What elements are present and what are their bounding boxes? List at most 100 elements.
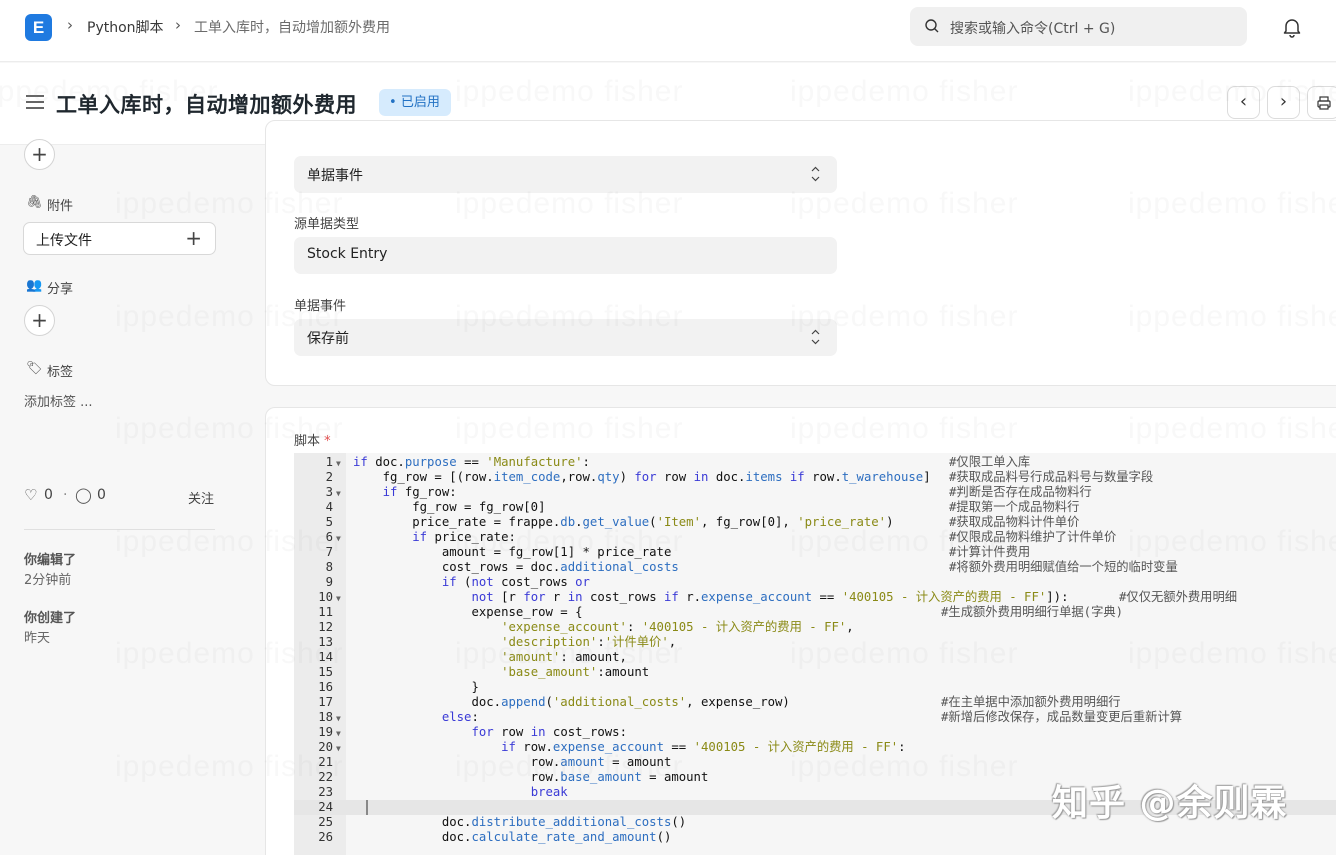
breadcrumb-current[interactable]: 工单入库时，自动增加额外费用 bbox=[194, 17, 390, 37]
fold-arrow-icon[interactable]: ▼ bbox=[336, 711, 341, 726]
heart-icon[interactable]: ♡ bbox=[24, 486, 37, 504]
doc-event-select[interactable]: 保存前 bbox=[294, 319, 837, 356]
menu-icon[interactable] bbox=[26, 95, 44, 109]
fold-arrow-icon[interactable]: ▼ bbox=[336, 591, 341, 606]
code-line[interactable]: 2 fg_row = [(row.item_code,row.qty) for … bbox=[294, 470, 1336, 485]
code-line[interactable]: 6 ▼ if price_rate: #仅限成品物料维护了计件单价 bbox=[294, 530, 1336, 545]
code-comment: #将额外费用明细赋值给一个短的临时变量 bbox=[949, 560, 1178, 574]
line-number: 2 bbox=[325, 470, 333, 484]
print-button[interactable] bbox=[1307, 86, 1336, 119]
plus-icon: + bbox=[185, 226, 202, 250]
line-number: 3 bbox=[325, 485, 333, 499]
code-comment: #生成额外费用明细行单据(字典) bbox=[941, 605, 1124, 619]
tags-label: 标签 bbox=[47, 365, 74, 380]
line-number: 19 bbox=[318, 725, 333, 739]
code-line[interactable]: 4 fg_row = fg_row[0] #提取第一个成品物料行 bbox=[294, 500, 1336, 515]
search-placeholder: 搜索或输入命令(Ctrl + G) bbox=[950, 21, 1116, 37]
code-text: break bbox=[530, 785, 568, 799]
code-text: if doc.purpose == 'Manufacture': bbox=[353, 455, 590, 469]
dot-separator: · bbox=[63, 487, 68, 503]
line-number: 8 bbox=[325, 560, 333, 574]
select-arrows-icon bbox=[811, 329, 820, 345]
code-line[interactable]: 20 ▼ if row.expense_account == '400105 - … bbox=[294, 740, 1336, 755]
code-text: } bbox=[353, 680, 479, 694]
search-input[interactable]: 搜索或输入命令(Ctrl + G) bbox=[910, 7, 1247, 46]
code-line[interactable]: 18 ▼ else: #新增后修改保存，成品数量变更后重新计算 bbox=[294, 710, 1336, 725]
code-line[interactable]: 13 'description':'计件单价', bbox=[294, 635, 1336, 650]
code-line[interactable]: 8 cost_rows = doc.additional_costs #将额外费用… bbox=[294, 560, 1336, 575]
share-label: 分享 bbox=[47, 282, 74, 297]
code-line[interactable]: 11 expense_row = { #生成额外费用明细行单据(字典) bbox=[294, 605, 1336, 620]
line-number: 15 bbox=[318, 665, 333, 679]
line-number: 4 bbox=[325, 500, 333, 514]
code-line[interactable]: 7 amount = fg_row[1] * price_rate #计算计件费用 bbox=[294, 545, 1336, 560]
script-type-value: 单据事件 bbox=[307, 168, 363, 184]
script-label-text: 脚本 bbox=[294, 434, 321, 449]
code-line[interactable]: 16 } bbox=[294, 680, 1336, 695]
app-logo[interactable]: E bbox=[25, 14, 52, 41]
line-number: 11 bbox=[318, 605, 333, 619]
code-line[interactable]: 3 ▼ if fg_row: #判断是否存在成品物料行 bbox=[294, 485, 1336, 500]
upload-label: 上传文件 bbox=[36, 233, 92, 249]
code-comment: #获取成品料号行成品料号与数量字段 bbox=[949, 470, 1154, 484]
chevron-right-icon: › bbox=[67, 16, 73, 34]
line-number: 25 bbox=[318, 815, 333, 829]
reference-doctype-input[interactable]: Stock Entry bbox=[294, 237, 837, 274]
chevron-right-icon: › bbox=[175, 16, 181, 34]
code-text: fg_row = fg_row[0] bbox=[353, 500, 546, 514]
code-text: if (not cost_rows or bbox=[441, 575, 590, 589]
edited-label: 你编辑了 bbox=[24, 553, 77, 568]
code-line[interactable]: 14 'amount': amount, bbox=[294, 650, 1336, 665]
code-line[interactable]: 19 ▼ for row in cost_rows: bbox=[294, 725, 1336, 740]
code-line[interactable]: 5 price_rate = frappe.db.get_value('Item… bbox=[294, 515, 1336, 530]
code-text: for row in cost_rows: bbox=[471, 725, 627, 739]
text-cursor bbox=[366, 800, 368, 815]
code-text: row.base_amount = amount bbox=[353, 770, 709, 784]
code-text: else: bbox=[441, 710, 479, 724]
code-line[interactable]: 17 doc.append('additional_costs', expens… bbox=[294, 695, 1336, 710]
sidebar: + 🖇 附件 上传文件 + 👥 分享 + 🏷 标签 添加标签 ... ♡ 0 ·… bbox=[0, 139, 265, 855]
status-badge: • 已启用 bbox=[379, 89, 451, 116]
follow-button[interactable]: 关注 bbox=[188, 488, 214, 507]
add-tag-link[interactable]: 添加标签 ... bbox=[24, 391, 93, 410]
code-line[interactable]: 15 'base_amount':amount bbox=[294, 665, 1336, 680]
code-line[interactable]: 10 ▼ not [r for r in cost_rows if r.expen… bbox=[294, 590, 1336, 605]
comment-icon[interactable]: ◯ bbox=[75, 486, 92, 504]
code-line[interactable]: 9 if (not cost_rows or bbox=[294, 575, 1336, 590]
add-share-button[interactable]: + bbox=[24, 305, 55, 336]
code-text: doc.calculate_rate_and_amount() bbox=[353, 830, 672, 844]
fold-arrow-icon[interactable]: ▼ bbox=[336, 726, 341, 741]
code-comment: #仅限成品物料维护了计件单价 bbox=[949, 530, 1117, 544]
fold-arrow-icon[interactable]: ▼ bbox=[336, 741, 341, 756]
line-number: 10 bbox=[318, 590, 333, 604]
code-text: expense_row = { bbox=[353, 605, 583, 619]
bell-icon[interactable] bbox=[1281, 16, 1303, 38]
line-number: 22 bbox=[318, 770, 333, 784]
code-text: 'amount': amount, bbox=[501, 650, 627, 664]
script-type-select[interactable]: 单据事件 bbox=[294, 156, 837, 193]
code-text: doc.append('additional_costs', expense_r… bbox=[353, 695, 790, 709]
line-number: 20 bbox=[318, 740, 333, 754]
previous-button[interactable]: ‹ bbox=[1227, 86, 1260, 119]
code-comment: #在主单据中添加额外费用明细行 bbox=[941, 695, 1121, 709]
select-arrows-icon bbox=[811, 166, 820, 182]
code-line[interactable]: 12 'expense_account': '400105 - 计入资产的费用 … bbox=[294, 620, 1336, 635]
line-number: 1 bbox=[325, 455, 333, 469]
code-line[interactable]: 1 ▼ if doc.purpose == 'Manufacture': #仅限工单入… bbox=[294, 455, 1336, 470]
fold-arrow-icon[interactable]: ▼ bbox=[336, 486, 341, 501]
code-text: amount = fg_row[1] * price_rate bbox=[353, 545, 672, 559]
next-button[interactable]: › bbox=[1267, 86, 1300, 119]
breadcrumb-python-script[interactable]: Python脚本 bbox=[87, 17, 164, 37]
code-comment: #新增后修改保存，成品数量变更后重新计算 bbox=[941, 710, 1183, 724]
upload-file-button[interactable]: 上传文件 + bbox=[23, 222, 216, 255]
fold-arrow-icon[interactable]: ▼ bbox=[336, 531, 341, 546]
doc-event-value: 保存前 bbox=[307, 331, 349, 347]
add-assign-button[interactable]: + bbox=[24, 139, 55, 170]
edited-time: 2分钟前 bbox=[24, 573, 72, 588]
created-time: 昨天 bbox=[24, 631, 51, 646]
line-number: 16 bbox=[318, 680, 333, 694]
fold-arrow-icon[interactable]: ▼ bbox=[336, 456, 341, 471]
code-line[interactable]: 21 row.amount = amount bbox=[294, 755, 1336, 770]
code-line[interactable]: 26 doc.calculate_rate_and_amount() bbox=[294, 830, 1336, 845]
code-text: row.amount = amount bbox=[353, 755, 672, 769]
